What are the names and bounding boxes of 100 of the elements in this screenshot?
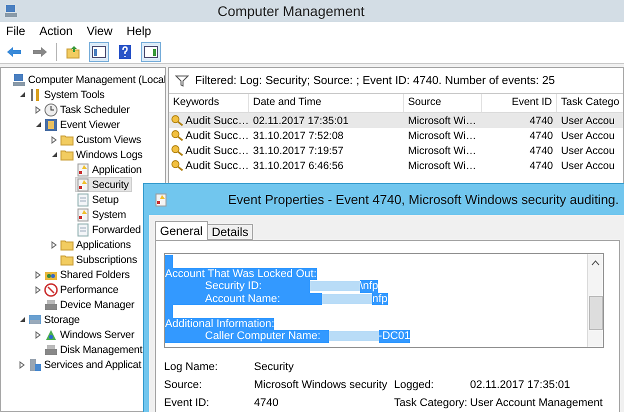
table-cell-text: User Accou (560, 130, 616, 142)
tree-item[interactable]: Task Scheduler (43, 102, 133, 117)
action-pane-button[interactable] (141, 42, 161, 62)
page-icon (76, 222, 90, 236)
folder-up-icon (66, 44, 80, 58)
performance-icon (44, 282, 58, 296)
description-value: \nfp (360, 280, 378, 292)
clock-icon (44, 102, 58, 116)
column-header[interactable]: Task Catego (557, 94, 623, 112)
tree-item[interactable]: Security (75, 177, 132, 192)
collapse-arrow-icon[interactable] (18, 316, 26, 323)
field-value: 02.11.2017 17:35:01 (470, 378, 570, 390)
filter-summary: Filtered: Log: Security; Source: ; Event ID: 4740. Number of events: 25 (195, 74, 555, 86)
page-icon (76, 192, 90, 206)
log-icon (154, 192, 168, 206)
tree-item[interactable]: Forwarded (75, 222, 144, 237)
menu-item[interactable]: File (6, 24, 26, 38)
table-cell-text: 31.10.2017 7:19:57 (252, 144, 345, 156)
collapse-arrow-icon[interactable] (18, 91, 26, 98)
console-tree-button[interactable] (89, 42, 109, 62)
field-label: Source: (164, 378, 202, 390)
log-icon (76, 208, 90, 222)
menu-item[interactable]: Action (39, 24, 73, 38)
tree-item[interactable]: Shared Folders (43, 267, 133, 282)
expand-arrow-icon[interactable] (51, 136, 57, 144)
menu-item[interactable]: Help (126, 24, 152, 38)
table-cell: Audit Succ… (185, 160, 249, 172)
column-header[interactable]: Event ID (482, 94, 557, 112)
expand-arrow-icon[interactable] (35, 106, 41, 114)
table-cell-text: Microsoft Wi… (407, 160, 478, 172)
column-header[interactable]: Source (404, 94, 482, 112)
description-value: nfp (372, 292, 388, 305)
redaction-patch (310, 281, 360, 292)
tree-item[interactable]: Services and Applicat (27, 357, 144, 372)
scrollbar[interactable] (587, 254, 603, 347)
expand-arrow-icon[interactable] (35, 270, 41, 278)
table-cell-text: Microsoft Wi… (407, 144, 478, 156)
field-label: Task Category: (394, 396, 468, 408)
tree-item[interactable]: Event Viewer (43, 117, 123, 132)
tree-item[interactable]: Setup (75, 192, 122, 207)
description-value: -DC01 (378, 330, 410, 342)
collapse-arrow-icon[interactable] (50, 151, 58, 158)
tree-item[interactable]: System Tools (27, 87, 108, 102)
folder-icon (60, 148, 74, 162)
folder-icon (60, 238, 74, 252)
tree-item[interactable]: Disk Management (43, 342, 146, 357)
description-label: Account Name: (165, 292, 322, 305)
right-pane-icon (144, 46, 158, 58)
computer-icon (12, 72, 26, 86)
tree-item[interactable]: Storage (27, 312, 83, 327)
tab[interactable]: Details (206, 224, 254, 240)
table-cell-text: Microsoft Wi… (407, 130, 478, 142)
table-cell-text: 4740 (528, 130, 554, 142)
table-cell: Audit Succ… (185, 144, 249, 156)
table-cell-text: User Accou (560, 114, 616, 126)
field-value: Microsoft Windows security (254, 378, 388, 390)
menu-item[interactable]: View (86, 24, 112, 38)
folder-icon (60, 132, 74, 146)
expand-arrow-icon[interactable] (19, 360, 25, 368)
collapse-arrow-icon[interactable] (34, 121, 42, 128)
help-icon (119, 44, 131, 58)
field-label: Logged: (394, 378, 434, 390)
device-icon (44, 342, 58, 356)
selection-highlight (165, 255, 173, 268)
table-cell-text: 4740 (528, 144, 554, 156)
tree-item[interactable]: Application (75, 162, 145, 177)
device-icon (44, 298, 58, 312)
table-cell: Audit Succ… (185, 130, 249, 142)
tree-item[interactable]: Windows Logs (59, 147, 146, 162)
dialog-title: Event Properties - Event 4740, Microsoft Windows security auditing. (227, 192, 619, 207)
table-cell-text: User Accou (560, 160, 616, 172)
tree-item[interactable]: Windows Server (43, 327, 138, 342)
table-cell-text: 4740 (528, 160, 554, 172)
table-cell-text: Microsoft Wi… (407, 114, 478, 126)
event-row[interactable]: Audit Succ… 02.11.2017 17:35:01 Microsoft Wi… 4740 User Accou (169, 113, 623, 128)
tree-item[interactable]: Subscriptions (59, 252, 140, 267)
column-header[interactable]: Date and Time (249, 94, 404, 112)
filter-icon (175, 74, 189, 86)
expand-arrow-icon[interactable] (35, 330, 41, 338)
scroll-up-icon[interactable] (591, 260, 600, 266)
redaction-patch (328, 331, 379, 342)
tree-item[interactable]: Performance (43, 282, 122, 297)
column-header[interactable]: Keywords (169, 94, 249, 112)
forward-arrow-icon (32, 46, 48, 58)
backup-icon (44, 328, 58, 342)
folder-icon (60, 252, 74, 266)
table-cell: Audit Succ… (185, 114, 249, 126)
back-arrow-icon (6, 46, 22, 58)
tree-item[interactable]: Device Manager (43, 297, 138, 312)
log-icon (76, 178, 90, 192)
field-label: Log Name: (164, 360, 218, 372)
tree-item[interactable]: Custom Views (59, 132, 144, 147)
expand-arrow-icon[interactable] (35, 286, 41, 294)
expand-arrow-icon[interactable] (51, 240, 57, 248)
tree-item[interactable]: Applications (59, 237, 134, 252)
tab[interactable]: General (155, 221, 208, 240)
tree-item[interactable]: Computer Management (Local (11, 72, 165, 87)
table-cell-text: 4740 (528, 114, 554, 126)
description-label: Security ID: (165, 280, 310, 292)
tree-item[interactable]: System (75, 207, 130, 222)
